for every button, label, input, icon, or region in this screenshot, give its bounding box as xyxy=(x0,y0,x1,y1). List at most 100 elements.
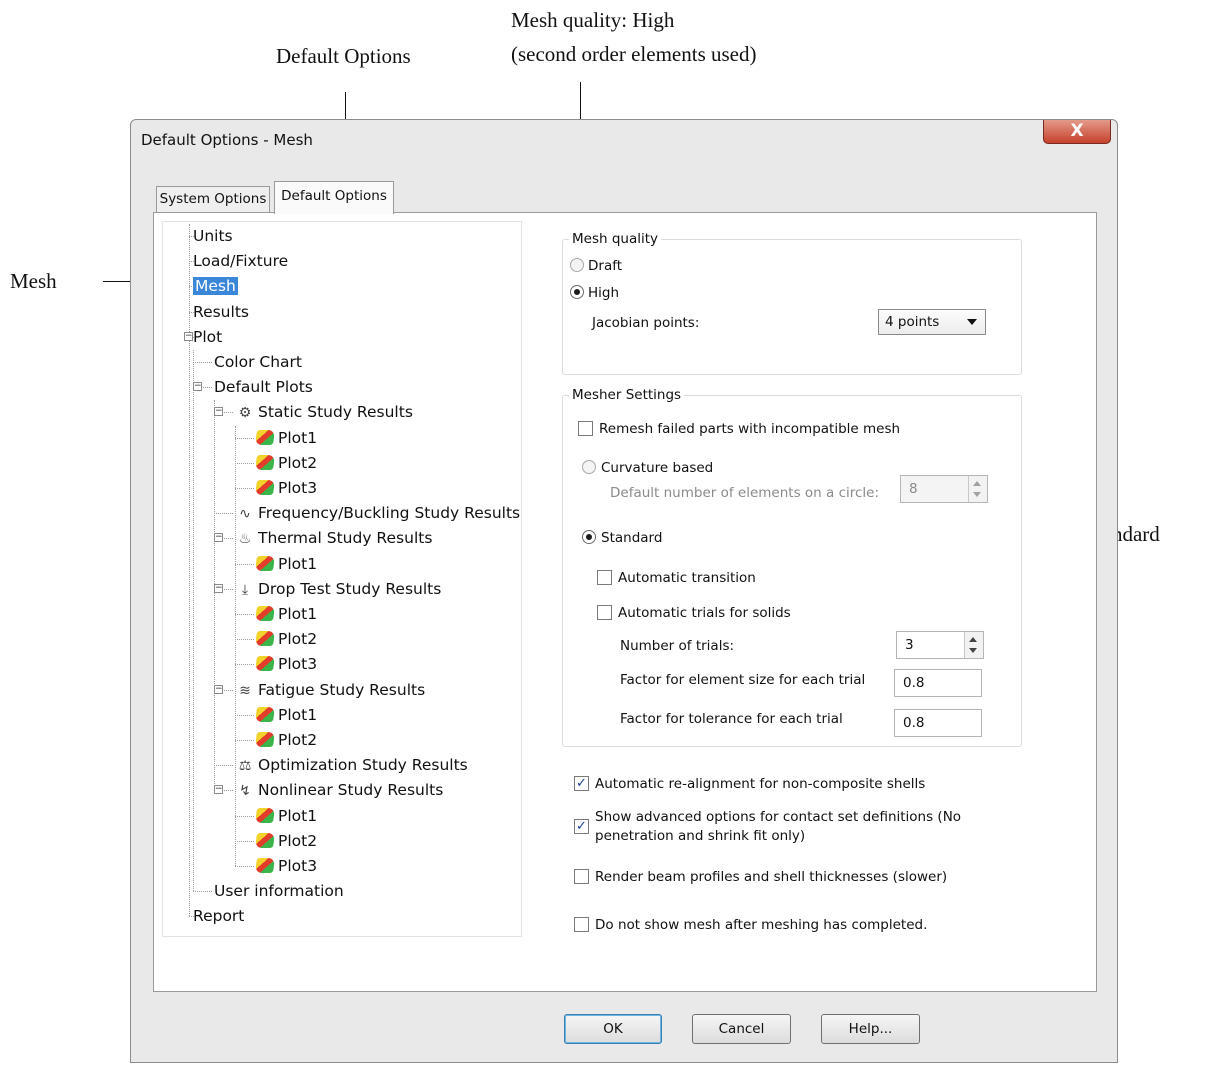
tree-item-label: Plot1 xyxy=(278,806,318,825)
tree-item-results[interactable]: Results xyxy=(193,302,249,322)
cancel-button[interactable]: Cancel xyxy=(692,1014,791,1044)
tree-item-plot3[interactable]: Plot3 xyxy=(254,654,317,674)
collapse-icon[interactable]: − xyxy=(214,785,223,795)
tree-connector xyxy=(189,261,194,263)
tree-item-frequency-buckling-study-results[interactable]: ∿ Frequency/Buckling Study Results xyxy=(235,503,520,524)
tree-item-load-fixture[interactable]: Load/Fixture xyxy=(193,251,288,271)
ok-button[interactable]: OK xyxy=(564,1014,662,1044)
tree-item-optimization-study-results[interactable]: ⚖ Optimization Study Results xyxy=(235,755,468,776)
factor-tolerance-input[interactable]: 0.8 xyxy=(894,709,982,737)
elements-on-circle-stepper[interactable]: 8 xyxy=(900,475,988,503)
tree-item-thermal-study-results[interactable]: ♨ Thermal Study Results xyxy=(235,528,433,549)
tree-item-plot1[interactable]: Plot1 xyxy=(254,554,318,574)
tree-item-plot1[interactable]: Plot1 xyxy=(254,806,318,826)
collapse-icon[interactable]: − xyxy=(214,533,223,543)
tree-item-label: Frequency/Buckling Study Results xyxy=(258,504,521,523)
collapse-icon[interactable]: − xyxy=(193,382,202,392)
hide-mesh-label: Do not show mesh after meshing has compl… xyxy=(595,917,928,933)
collapse-icon[interactable]: − xyxy=(184,331,193,341)
mesh-high-radio[interactable] xyxy=(570,285,584,299)
tree-item-label: Plot1 xyxy=(278,428,318,447)
tab-default-options[interactable]: Default Options xyxy=(274,181,394,214)
tree-item-color-chart[interactable]: Color Chart xyxy=(214,352,302,372)
tree-connector xyxy=(235,639,254,641)
study-icon: ⤓ xyxy=(241,581,249,598)
tree-item-plot2[interactable]: Plot2 xyxy=(254,629,317,649)
plot-icon xyxy=(254,606,276,621)
study-icon: ♨ xyxy=(238,531,252,548)
tree-item-nonlinear-study-results[interactable]: ↯ Nonlinear Study Results xyxy=(235,780,443,801)
study-icon: ⚖ xyxy=(238,758,252,775)
collapse-icon[interactable]: − xyxy=(214,684,223,694)
factor-element-size-input[interactable]: 0.8 xyxy=(894,669,982,697)
render-beam-label: Render beam profiles and shell thickness… xyxy=(595,869,948,885)
tree-item-plot[interactable]: Plot xyxy=(193,327,222,347)
tree-item-label: Default Plots xyxy=(214,378,313,397)
mesh-draft-radio[interactable] xyxy=(570,258,584,272)
tree-item-drop-test-study-results[interactable]: ⤓ Drop Test Study Results xyxy=(235,579,441,600)
realignment-checkbox[interactable]: ✓ xyxy=(574,776,589,791)
automatic-transition-checkbox[interactable] xyxy=(597,570,612,585)
tree-item-plot1[interactable]: Plot1 xyxy=(254,604,317,624)
tree-item-fatigue-study-results[interactable]: ≋ Fatigue Study Results xyxy=(235,680,425,701)
collapse-icon[interactable]: − xyxy=(214,407,223,417)
collapse-icon[interactable]: − xyxy=(214,583,223,593)
tree-item-plot2[interactable]: Plot2 xyxy=(254,730,317,750)
mesher-settings-group-label: Mesher Settings xyxy=(569,387,685,403)
tree-item-label: Fatigue Study Results xyxy=(258,680,426,699)
spin-down-icon xyxy=(969,648,977,653)
tree-item-units[interactable]: Units xyxy=(193,226,233,246)
tree-item-label: Optimization Study Results xyxy=(258,756,468,775)
tree-item-label: Nonlinear Study Results xyxy=(258,781,444,800)
spin-up-icon xyxy=(969,637,977,642)
tree-connector xyxy=(235,664,254,666)
close-button[interactable]: X xyxy=(1043,120,1111,144)
tree-item-mesh[interactable]: Mesh xyxy=(193,276,238,296)
tree-item-plot3[interactable]: Plot3 xyxy=(254,478,317,498)
tab-system-options[interactable]: System Options xyxy=(156,186,270,212)
standard-radio[interactable] xyxy=(582,530,596,544)
factor-element-size-label: Factor for element size for each trial xyxy=(620,672,866,688)
tree-item-label: Mesh xyxy=(193,277,238,296)
dialog-titlebar: Default Options - Mesh X xyxy=(131,120,1117,158)
mesh-high-label: High xyxy=(588,285,620,301)
number-of-trials-stepper[interactable]: 3 xyxy=(896,631,984,659)
remesh-failed-checkbox[interactable] xyxy=(578,421,593,436)
study-icon: ⚙ xyxy=(238,405,252,422)
tree-connector xyxy=(235,815,254,817)
advanced-contact-checkbox[interactable]: ✓ xyxy=(574,819,589,834)
tree-connector xyxy=(235,866,254,867)
plot-icon xyxy=(254,454,276,470)
curvature-based-radio[interactable] xyxy=(582,460,596,474)
plot-icon xyxy=(254,656,276,672)
tree-item-plot2[interactable]: Plot2 xyxy=(254,831,317,851)
hide-mesh-checkbox[interactable] xyxy=(574,917,589,932)
automatic-trials-label: Automatic trials for solids xyxy=(618,605,791,621)
jacobian-points-select[interactable]: 4 points xyxy=(878,309,986,335)
tree-item-default-plots[interactable]: Default Plots xyxy=(214,377,313,397)
automatic-trials-checkbox[interactable] xyxy=(597,605,612,620)
tree-guide xyxy=(189,224,190,917)
help-button[interactable]: Help... xyxy=(821,1014,920,1044)
tree-item-label: Report xyxy=(193,907,245,926)
tree-item-plot1[interactable]: Plot1 xyxy=(254,428,318,448)
tree-item-user-information[interactable]: User information xyxy=(214,881,344,901)
render-beam-checkbox[interactable] xyxy=(574,869,589,884)
standard-label: Standard xyxy=(601,530,663,546)
annotation-mesh-quality-line1: Mesh quality: High xyxy=(511,8,675,32)
tree-item-report[interactable]: Report xyxy=(193,906,244,926)
options-tree[interactable]: Units Load/Fixture Mesh Results Plot − Color C… xyxy=(162,221,522,937)
tree-item-plot1[interactable]: Plot1 xyxy=(254,705,317,725)
tree-item-static-study-results[interactable]: ⚙ Static Study Results xyxy=(235,402,413,423)
plot-icon xyxy=(254,832,276,848)
default-options-dialog: Default Options - Mesh X System Options … xyxy=(130,119,1118,1063)
realignment-label: Automatic re-alignment for non-composite… xyxy=(595,776,926,792)
tree-item-plot3[interactable]: Plot3 xyxy=(254,856,318,876)
tree-item-label: Plot1 xyxy=(278,554,318,573)
tree-item-label: Plot3 xyxy=(278,857,318,875)
tree-item-plot2[interactable]: Plot2 xyxy=(254,453,317,473)
tree-item-label: Color Chart xyxy=(214,353,302,371)
tree-item-label: Load/Fixture xyxy=(193,252,289,271)
options-panel: Units Load/Fixture Mesh Results Plot − Color C… xyxy=(153,212,1097,992)
plot-icon xyxy=(254,555,276,571)
